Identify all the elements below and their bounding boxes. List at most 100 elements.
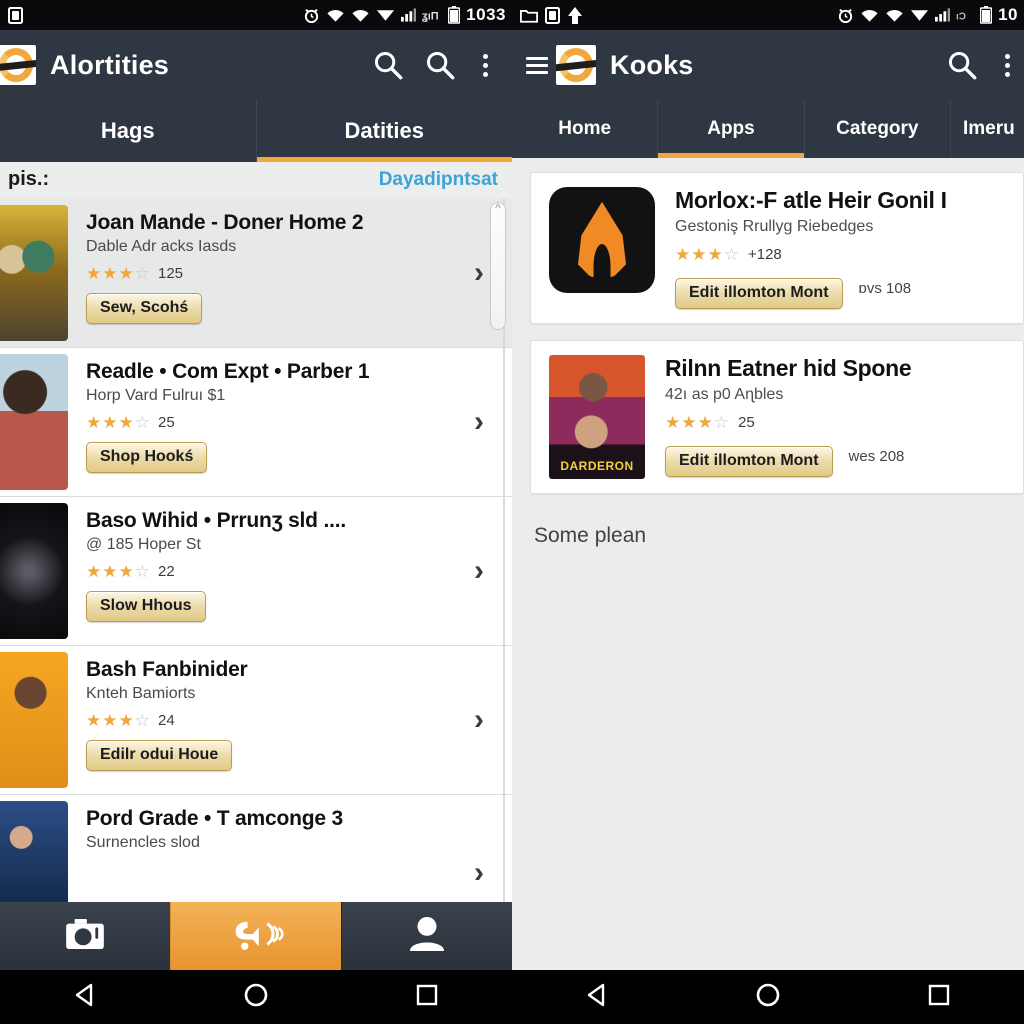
item-thumbnail: [0, 646, 68, 794]
action-bar-actions: [369, 46, 502, 84]
search-icon[interactable]: [421, 46, 459, 84]
item-rating: ★★★☆ 24: [86, 712, 512, 729]
section-label: Some plean: [534, 524, 647, 547]
home-icon[interactable]: [241, 980, 271, 1015]
app-card[interactable]: DARDERON Rilnn Eatner hid Spone 42ı as p…: [530, 340, 1024, 494]
tab-imeru[interactable]: Imeru: [949, 100, 1024, 158]
chevron-right-icon[interactable]: ›: [474, 554, 484, 588]
list-item[interactable]: Baso Wihid • Prrunʒ sld .... @ 185 Hoper…: [0, 497, 512, 646]
tab-label: Category: [836, 118, 919, 139]
item-action-button[interactable]: Edilr odui Houe: [86, 740, 233, 771]
app-card[interactable]: Morlox:-F atle Heir Gonil I Gestoniş Rr…: [530, 172, 1024, 324]
list-item[interactable]: Pord Grade • T amconge 3 Surnencles slod…: [0, 795, 512, 915]
item-title: Pord Grade • T amconge 3: [86, 807, 343, 830]
recents-icon[interactable]: [924, 980, 954, 1015]
signal-bars-icon: [935, 8, 951, 22]
tab-hags[interactable]: Hags: [0, 100, 256, 162]
app-review-count: +128: [747, 246, 782, 263]
app-title: Rilnn Eatner hid Spone: [665, 355, 912, 381]
left-system-nav-bar: [0, 970, 512, 1024]
roaming-icon: ıƆ: [956, 8, 974, 23]
app-rating: ★★★☆ 25: [665, 414, 1023, 431]
svg-text:ʓıП: ʓıП: [422, 11, 439, 22]
chevron-right-icon[interactable]: ›: [474, 703, 484, 737]
upload-arrow-icon: [567, 6, 583, 24]
list-item[interactable]: Bash Fanbinider Knteh Bamiorts ★★★☆ 24 E…: [0, 646, 512, 795]
sim-card-icon: [545, 6, 560, 24]
recents-icon[interactable]: [412, 980, 442, 1015]
person-icon: [408, 916, 446, 957]
bottom-nav-scan[interactable]: [170, 902, 341, 970]
list-item[interactable]: Joan Mande - Doner Home 2 Dable Adr acks…: [0, 199, 512, 348]
app-subtitle: Gestoniş Rrullyɡ Riebedges: [675, 218, 874, 235]
item-title: Joan Mande - Doner Home 2: [86, 211, 364, 234]
left-action-bar: Alortities: [0, 30, 512, 100]
tab-label: Hags: [100, 118, 155, 143]
list-header-link[interactable]: Dayadipntsat: [379, 169, 498, 191]
left-tab-bar: Hags Datities: [0, 100, 512, 162]
left-phone-screen: ʓıП 1033 Alortities Hags Datities pis.: …: [0, 0, 512, 1024]
chevron-right-icon[interactable]: ›: [474, 405, 484, 439]
folder-icon: [520, 7, 538, 23]
action-bar-actions: [943, 46, 1014, 84]
tab-datities[interactable]: Datities: [255, 100, 513, 162]
star-rating-icon: ★★★☆: [665, 413, 730, 432]
item-subtitle: Horp Vard Fulruı $1: [86, 387, 226, 404]
bottom-nav-account[interactable]: [341, 902, 512, 970]
search-icon[interactable]: [369, 46, 407, 84]
tab-apps[interactable]: Apps: [657, 100, 804, 158]
app-action-button[interactable]: Edit illomton Mont: [665, 446, 833, 477]
wifi-icon: [885, 8, 904, 23]
alarm-icon: [303, 7, 320, 24]
item-action-button[interactable]: Sew, Scohś: [86, 293, 203, 324]
app-rating: ★★★☆ +128: [675, 246, 1023, 263]
left-status-bar: ʓıП 1033: [0, 0, 512, 30]
app-action-button[interactable]: Edit illomton Mont: [675, 278, 843, 309]
app-subtitle: 42ı as p0 Aɳbles: [665, 386, 784, 403]
item-thumbnail: [0, 795, 68, 914]
item-action-button[interactable]: Shop Hookś: [86, 442, 208, 473]
wifi-icon: [326, 8, 345, 23]
overflow-icon[interactable]: [995, 50, 1010, 81]
right-status-bar: ıƆ 10: [512, 0, 1024, 30]
tab-label: Datities: [344, 118, 424, 143]
page-title: Alortities: [50, 49, 170, 80]
home-icon[interactable]: [753, 980, 783, 1015]
item-title: Baso Wihid • Prrunʒ sld ....: [86, 509, 346, 532]
star-rating-icon: ★★★☆: [86, 562, 151, 581]
left-content: pis.: Dayadipntsat Joan Mande - Doner Ho…: [0, 162, 512, 1024]
app-icon: [549, 187, 655, 293]
hamburger-icon[interactable]: [526, 56, 548, 74]
sim-card-icon: [8, 6, 23, 24]
tab-home[interactable]: Home: [512, 100, 657, 158]
item-thumbnail: [0, 348, 68, 496]
list-scrollbar-thumb[interactable]: [490, 201, 506, 330]
item-subtitle: @ 185 Hoper St: [86, 536, 201, 553]
result-list: Joan Mande - Doner Home 2 Dable Adr acks…: [0, 199, 512, 915]
item-action-button[interactable]: Slow Hhous: [86, 591, 206, 622]
right-tab-bar: Home Apps Category Imeru: [512, 100, 1024, 158]
status-right-icons: ʓıП 1033: [303, 5, 508, 25]
item-review-count: 22: [157, 563, 175, 580]
app-card-actions: Edit illomton Mont wes 208: [665, 435, 1023, 477]
item-subtitle: Surnencles slod: [86, 834, 200, 851]
signal-bars-icon: [401, 8, 417, 22]
battery-icon: [447, 6, 461, 24]
back-icon[interactable]: [582, 980, 612, 1015]
item-title: Bash Fanbinider: [86, 658, 248, 681]
search-icon[interactable]: [943, 46, 981, 84]
status-clock: 10: [998, 5, 1018, 24]
star-rating-icon: ★★★☆: [86, 711, 151, 730]
list-item[interactable]: Readle • Com Expt • Parber 1 Horp Vard F…: [0, 348, 512, 497]
back-icon[interactable]: [70, 980, 100, 1015]
tab-label: Apps: [707, 118, 755, 139]
wifi-icon: [351, 8, 370, 23]
signal-wifi-icon: [910, 8, 929, 22]
chevron-right-icon[interactable]: ›: [474, 856, 484, 890]
overflow-icon[interactable]: [473, 50, 498, 81]
bottom-nav-camera[interactable]: [0, 902, 170, 970]
tab-category[interactable]: Category: [803, 100, 950, 158]
poster-badge: DARDERON: [560, 458, 634, 473]
chevron-right-icon[interactable]: ›: [474, 256, 484, 290]
item-subtitle: Dable Adr acks Iasds: [86, 238, 237, 255]
